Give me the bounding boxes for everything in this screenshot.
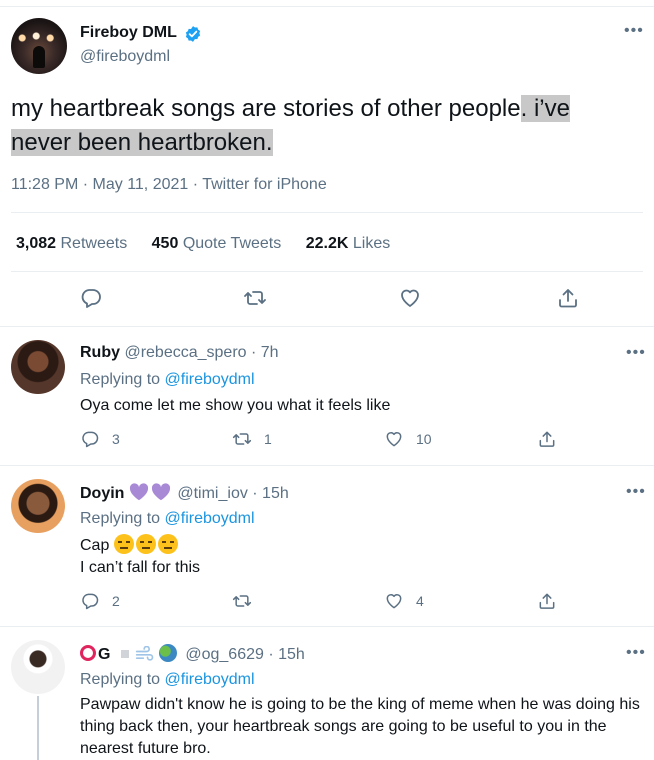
reply-avatar[interactable]	[11, 340, 65, 394]
share-action[interactable]	[537, 429, 569, 449]
reply-text-line2: I can’t fall for this	[80, 559, 201, 576]
unamused-face-emoji	[113, 534, 134, 554]
retweets-count: 3,082	[16, 235, 57, 252]
tweet-text-highlight-b: never been heartbroken.	[11, 129, 273, 156]
reply-author-name[interactable]: G	[98, 646, 110, 663]
top-border	[0, 6, 654, 7]
share-action[interactable]	[537, 591, 569, 611]
author-avatar[interactable]	[11, 18, 67, 74]
divider	[11, 212, 643, 213]
replying-label: Replying to	[80, 510, 161, 527]
replying-mention[interactable]: @fireboydml	[165, 510, 255, 527]
purple-heart-emoji	[151, 483, 170, 501]
like-icon	[386, 594, 402, 609]
reply-header: Doyin @timi_iov · 15h	[80, 483, 289, 503]
quotes-stat[interactable]: 450 Quote Tweets	[152, 235, 282, 252]
globe-icon	[158, 644, 177, 662]
tweet-meta[interactable]: 11:28 PM · May 11, 2021 · Twitter for iP…	[11, 176, 327, 194]
like-action[interactable]: 10	[384, 429, 432, 449]
divider	[11, 271, 643, 272]
likes-count: 22.2K	[305, 235, 349, 252]
reply-header: G @og_6629 · 15h	[80, 644, 305, 664]
replying-mention[interactable]: @fireboydml	[165, 371, 255, 388]
replying-to: Replying to @fireboydml	[80, 510, 255, 528]
divider	[0, 326, 654, 327]
reply-avatar[interactable]	[11, 479, 65, 533]
replying-to: Replying to @fireboydml	[80, 371, 255, 389]
reply-icon	[82, 431, 99, 448]
purple-heart-emoji	[129, 483, 148, 501]
like-action[interactable]: 4	[384, 591, 424, 611]
tweet-stats: 3,082 Retweets 450 Quote Tweets 22.2K Li…	[16, 235, 410, 253]
like-count: 4	[416, 593, 424, 609]
reply-action[interactable]: 2	[80, 591, 120, 611]
quotes-count: 450	[151, 235, 179, 252]
thread-line	[37, 696, 39, 760]
reply-action[interactable]: 3	[80, 429, 120, 449]
reply-count: 2	[112, 593, 120, 609]
retweets-stat[interactable]: 3,082 Retweets	[16, 235, 127, 252]
author-handle[interactable]: @fireboydml	[80, 48, 170, 66]
retweets-label: Retweets	[60, 235, 128, 252]
like-icon	[386, 432, 402, 447]
share-icon[interactable]	[556, 286, 580, 310]
reply-icon[interactable]	[79, 286, 103, 310]
wind-icon	[135, 646, 154, 661]
reply-avatar[interactable]	[11, 640, 65, 694]
retweet-icon	[232, 433, 252, 445]
more-icon[interactable]: •••	[626, 644, 646, 662]
quotes-label: Quote Tweets	[182, 235, 282, 252]
avatar-figure	[33, 46, 45, 68]
replying-to: Replying to @fireboydml	[80, 671, 255, 689]
share-icon	[539, 593, 555, 609]
reply-handle-time[interactable]: @rebecca_spero · 7h	[124, 344, 278, 361]
replying-mention[interactable]: @fireboydml	[165, 671, 255, 688]
replying-label: Replying to	[80, 371, 161, 388]
reply-text-line1: Cap	[80, 537, 110, 554]
unamused-face-emoji	[135, 534, 156, 554]
square-icon	[120, 650, 129, 658]
unamused-face-emoji	[157, 534, 178, 554]
retweet-count: 1	[264, 431, 272, 447]
reply-text: Oya come let me show you what it feels l…	[80, 397, 391, 414]
o-badge-icon	[80, 645, 96, 661]
divider	[0, 626, 654, 627]
likes-stat[interactable]: 22.2K Likes	[306, 235, 391, 252]
author-name[interactable]: Fireboy DML	[80, 24, 177, 42]
tweet-text-plain: my heartbreak songs are stories of other…	[11, 95, 521, 122]
verified-icon	[185, 26, 201, 42]
retweet-icon	[232, 595, 252, 607]
retweet-action[interactable]	[232, 591, 264, 611]
reply-count: 3	[112, 431, 120, 447]
reply-handle-time[interactable]: @og_6629 · 15h	[185, 646, 304, 663]
retweet-icon[interactable]	[243, 286, 267, 310]
reply-text: Pawpaw didn't know he is going to be the…	[80, 696, 640, 757]
tweet-text-highlight-a: . i’ve	[520, 95, 570, 122]
avatar-stage-lights	[11, 28, 67, 48]
reply-text: Cap I can’t fall for this	[80, 534, 650, 579]
reply-author-name[interactable]: Doyin	[80, 485, 124, 502]
like-count: 10	[416, 431, 432, 447]
tweet-text: my heartbreak songs are stories of other…	[11, 92, 641, 160]
reply-icon	[82, 593, 99, 610]
reply-handle-time[interactable]: @timi_iov · 15h	[177, 485, 288, 502]
more-icon[interactable]: •••	[626, 483, 646, 501]
divider	[0, 465, 654, 466]
like-icon[interactable]	[398, 286, 422, 310]
more-icon[interactable]: •••	[626, 344, 646, 362]
reply-header: Ruby @rebecca_spero · 7h	[80, 344, 279, 362]
retweet-action[interactable]: 1	[232, 429, 272, 449]
reply-author-name[interactable]: Ruby	[80, 344, 120, 361]
likes-label: Likes	[352, 235, 391, 252]
share-icon	[539, 431, 555, 447]
more-icon[interactable]: •••	[624, 22, 644, 40]
replying-label: Replying to	[80, 671, 161, 688]
